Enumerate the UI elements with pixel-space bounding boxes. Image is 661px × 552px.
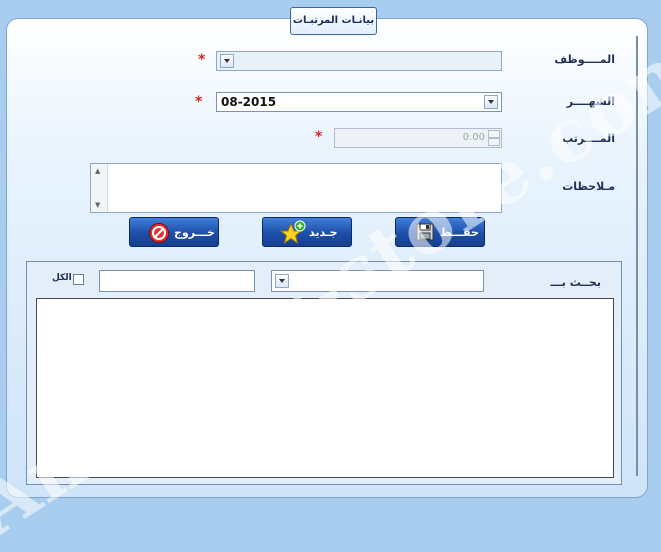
all-checkbox-label: الكل (52, 273, 72, 283)
spin-down-icon[interactable] (488, 138, 500, 146)
exit-button-label: خـــروج (174, 226, 215, 239)
scroll-down-icon[interactable]: ▼ (95, 201, 100, 209)
panel-edge (636, 36, 638, 476)
notes-scrollbar[interactable]: ▲ ▼ (91, 164, 108, 212)
no-entry-icon (149, 223, 169, 243)
month-combo[interactable]: 08-2015 (216, 92, 502, 112)
salary-spinner[interactable]: 0.00 (334, 128, 502, 148)
results-grid[interactable] (36, 298, 614, 478)
chevron-down-icon[interactable] (220, 54, 234, 68)
notes-label: مـلاحظات (562, 180, 615, 193)
salary-label: المــــرتب (562, 132, 615, 145)
month-required-mark: * (195, 94, 203, 110)
month-value: 08-2015 (221, 95, 277, 109)
search-by-label: بحــث بـــ (550, 276, 601, 289)
chevron-down-icon[interactable] (275, 274, 289, 288)
save-button-label: حفـــظ (440, 226, 479, 239)
employee-label: المــــوظف (554, 53, 615, 66)
exit-button[interactable]: خـــروج (129, 217, 219, 247)
star-add-icon (279, 220, 306, 245)
search-combo-dropdown[interactable] (275, 274, 291, 288)
form-title: بيانـات المرتبـات (290, 7, 377, 35)
spin-up-icon[interactable] (488, 130, 500, 138)
employee-combo[interactable] (216, 51, 502, 71)
new-button[interactable]: جـديد (262, 217, 352, 247)
search-input[interactable] (99, 270, 255, 292)
scroll-up-icon[interactable]: ▲ (95, 167, 100, 175)
month-label: الشهــــر (566, 95, 615, 108)
salary-value: 0.00 (462, 132, 485, 143)
all-checkbox[interactable] (73, 274, 84, 285)
chevron-down-icon[interactable] (484, 95, 498, 109)
search-field-combo[interactable] (271, 270, 484, 292)
notes-textarea[interactable]: ▲ ▼ (90, 163, 502, 213)
floppy-disk-icon (416, 223, 434, 241)
employee-required-mark: * (198, 52, 206, 68)
save-button[interactable]: حفـــظ (395, 217, 485, 247)
salary-required-mark: * (315, 129, 323, 145)
new-button-label: جـديد (309, 226, 338, 239)
